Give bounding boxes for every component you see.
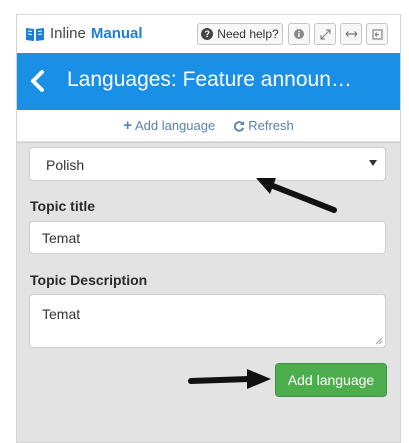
info-button[interactable] — [288, 23, 310, 45]
top-toolbar: Inline Manual ? Need help? — [17, 15, 400, 53]
refresh-link-label: Refresh — [248, 118, 294, 133]
exit-icon — [371, 28, 383, 40]
horizontal-resize-icon — [345, 31, 357, 37]
brand-name-part1: Inline — [50, 25, 86, 42]
add-language-link-label: Add language — [134, 118, 216, 133]
toggle-width-button[interactable] — [340, 23, 362, 45]
annotation-arrow-button — [188, 369, 271, 389]
topic-description-value: Temat — [42, 306, 81, 322]
back-chevron-icon[interactable] — [27, 69, 49, 93]
action-bar: + Add language Refresh — [17, 110, 400, 142]
refresh-link[interactable]: Refresh — [233, 118, 294, 133]
add-language-link[interactable]: + Add language — [123, 116, 216, 134]
expand-icon — [319, 28, 331, 40]
language-select-value: Polish — [46, 157, 85, 173]
info-icon — [294, 29, 304, 39]
page-title: Languages: Feature announ… — [67, 68, 352, 91]
question-icon: ? — [201, 28, 214, 40]
topic-title-value: Temat — [42, 230, 81, 246]
caret-down-icon — [369, 160, 377, 166]
need-help-button[interactable]: ? Need help? — [197, 23, 283, 45]
page-header: Languages: Feature announ… — [17, 53, 400, 110]
topic-title-input[interactable]: Temat — [29, 221, 386, 254]
resize-handle-icon[interactable] — [375, 337, 383, 345]
annotation-arrow-select — [256, 178, 337, 213]
topic-title-label: Topic title — [30, 198, 96, 214]
add-language-button[interactable]: Add language — [275, 363, 387, 397]
need-help-label: Need help? — [217, 27, 279, 41]
topic-description-label: Topic Description — [30, 272, 148, 288]
plus-icon: + — [123, 116, 132, 134]
topic-description-textarea[interactable]: Temat — [29, 294, 386, 348]
expand-button[interactable] — [314, 23, 336, 45]
exit-button[interactable] — [366, 23, 388, 45]
brand-logo: Inline Manual — [25, 25, 143, 42]
refresh-icon — [234, 120, 245, 132]
book-icon — [26, 27, 44, 41]
brand-name-part2: Manual — [90, 25, 143, 42]
